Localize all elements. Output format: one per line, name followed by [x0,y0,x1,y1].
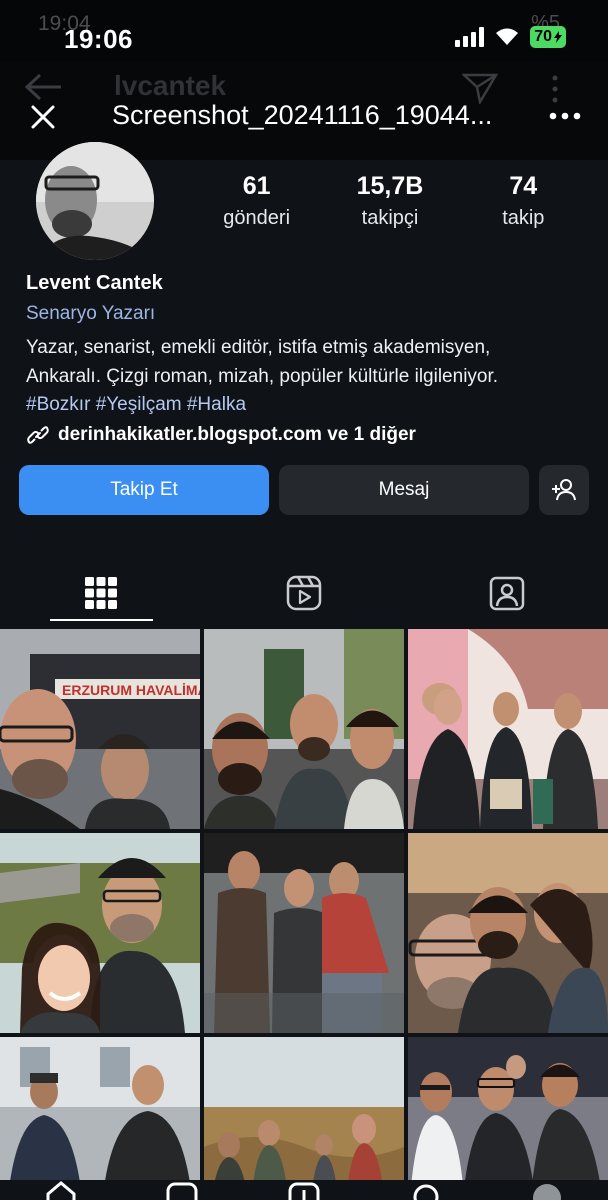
avatar[interactable] [36,142,154,260]
posts-grid: ERZURUM HAVALİMA [0,629,608,1200]
stat-followers-label: takipçi [361,207,419,229]
stat-followers[interactable]: 15,7B takipçi [323,172,456,230]
profile-nav-avatar[interactable] [530,1180,564,1200]
reels-icon [286,575,322,610]
profile-actions: Takip Et Mesaj [19,465,589,515]
stat-following[interactable]: 74 takip [457,172,590,230]
profile-category: Senaryo Yazarı [26,303,156,324]
stat-following-value: 74 [509,172,538,200]
post-thumbnail[interactable] [0,833,200,1033]
status-bar: 19:04 %5 19:06 70 [0,0,608,62]
post-thumbnail[interactable] [204,629,404,829]
bio-hashtags[interactable]: #Bozkır #Yeşilçam #Halka [26,391,586,419]
profile-header: 61 gönderi 15,7B takipçi 74 takip Levent… [0,142,608,625]
message-button[interactable]: Mesaj [279,465,529,515]
post-thumbnail[interactable] [204,1037,404,1200]
reels-nav-icon[interactable] [165,1180,199,1200]
bio-text: Yazar, senarist, emekli editör, istifa e… [26,333,586,391]
bio-line-1: Yazar, senarist, emekli editör, istifa e… [26,337,491,358]
ghost-username: lvcantek [114,70,227,101]
home-icon[interactable] [44,1180,78,1200]
profile-stats: 61 gönderi 15,7B takipçi 74 takip [190,172,590,230]
create-icon[interactable] [287,1180,321,1200]
post-thumbnail[interactable] [0,1037,200,1200]
system-icons: 70 [455,26,566,48]
battery-level: 70 [534,28,552,45]
post-thumbnail[interactable]: ERZURUM HAVALİMA [0,629,200,829]
close-icon[interactable] [26,100,60,134]
profile-bio: Levent Cantek Senaryo Yazarı Yazar, sena… [26,272,586,447]
bio-line-2: Ankaralı. Çizgi roman, mizah, popüler kü… [26,366,499,387]
bio-link[interactable]: derinhakikatler.blogspot.com ve 1 diğer [26,423,586,447]
ghost-more-icon [552,75,558,103]
banner-text: ERZURUM HAVALİMA [62,682,200,698]
tab-reels[interactable] [203,560,406,625]
stat-followers-value: 15,7B [356,172,424,200]
viewer-title: Screenshot_20241116_19044... [112,100,493,130]
post-thumbnail[interactable] [408,833,608,1033]
stat-following-label: takip [502,207,545,229]
wifi-icon [496,28,519,45]
post-thumbnail[interactable] [408,1037,608,1200]
stat-posts[interactable]: 61 gönderi [190,172,323,230]
post-thumbnail[interactable] [204,833,404,1033]
post-thumbnail[interactable] [408,629,608,829]
battery-icon: 70 [530,26,566,48]
tagged-icon [489,576,524,610]
tab-tagged[interactable] [405,560,608,625]
grid-icon [85,576,118,609]
profile-tabs [0,560,608,625]
signal-icon [455,27,485,47]
tab-posts[interactable] [0,560,203,625]
status-time: 19:06 [64,24,133,54]
bio-link-text[interactable]: derinhakikatler.blogspot.com ve 1 diğer [58,424,416,446]
suggest-users-button[interactable] [539,465,589,515]
search-icon[interactable] [409,1180,443,1200]
stat-posts-value: 61 [242,172,271,200]
follow-button[interactable]: Takip Et [19,465,269,515]
ghost-back-arrow-icon [24,73,61,101]
link-icon [27,426,49,444]
add-user-icon [552,479,576,501]
bottom-navigation [0,1180,608,1200]
stat-posts-label: gönderi [223,207,291,229]
more-options-icon[interactable] [548,106,582,126]
profile-name: Levent Cantek [26,272,163,294]
